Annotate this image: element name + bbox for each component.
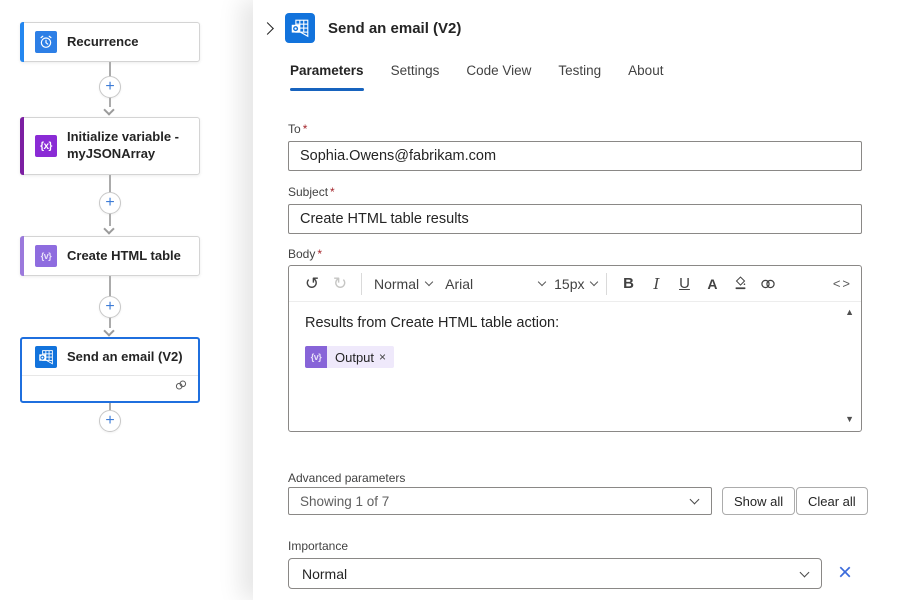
panel-tabs: Parameters Settings Code View Testing Ab… <box>290 63 663 91</box>
insert-step-button[interactable]: + <box>99 296 121 318</box>
recurrence-clock-icon <box>35 31 57 53</box>
insert-step-button[interactable]: + <box>99 410 121 432</box>
tab-settings[interactable]: Settings <box>391 63 440 91</box>
toolbar-divider <box>606 273 607 295</box>
node-label: Send an email (V2) <box>67 349 197 366</box>
chevron-down-icon <box>425 278 433 286</box>
highlight-color-icon[interactable] <box>726 271 754 297</box>
remove-token-icon[interactable]: × <box>379 350 386 364</box>
flow-node-recurrence[interactable]: Recurrence <box>20 22 200 62</box>
connection-link-icon[interactable] <box>173 377 189 398</box>
arrow-down-icon <box>103 325 114 336</box>
bold-button[interactable]: B <box>614 271 642 297</box>
show-all-button[interactable]: Show all <box>722 487 795 515</box>
scroll-down-icon[interactable]: ▼ <box>845 414 854 424</box>
flow-connector <box>109 403 111 410</box>
flow-connector <box>109 62 111 76</box>
panel-header: Send an email (V2) <box>263 13 461 43</box>
flow-node-initialize-variable[interactable]: {x} Initialize variable - myJSONArray <box>20 117 200 175</box>
tab-testing[interactable]: Testing <box>558 63 601 91</box>
code-view-toggle[interactable]: <> <box>833 276 852 291</box>
font-color-button[interactable]: A <box>698 271 726 297</box>
node-label: Initialize variable - myJSONArray <box>67 129 197 163</box>
flow-connector <box>109 175 111 192</box>
redo-icon[interactable]: ↻ <box>326 271 354 297</box>
body-label: Body* <box>288 247 322 261</box>
body-rich-text-editor: ↺ ↻ Normal Arial 15px B I U A <box>288 265 862 432</box>
font-family-dropdown[interactable]: Arial <box>445 276 545 292</box>
node-label: Create HTML table <box>67 248 197 265</box>
italic-button[interactable]: I <box>642 271 670 297</box>
action-panel: Send an email (V2) Parameters Settings C… <box>253 0 900 600</box>
required-marker: * <box>317 247 322 261</box>
tab-code-view[interactable]: Code View <box>466 63 531 91</box>
panel-title: Send an email (V2) <box>328 20 461 37</box>
required-marker: * <box>330 185 335 199</box>
node-accent-bar <box>20 236 24 276</box>
underline-button[interactable]: U <box>670 271 698 297</box>
data-operation-icon: {v} <box>35 245 57 267</box>
flow-node-create-html-table[interactable]: {v} Create HTML table <box>20 236 200 276</box>
variable-braces-icon: {x} <box>35 135 57 157</box>
advanced-parameters-label: Advanced parameters <box>288 471 405 485</box>
undo-icon[interactable]: ↺ <box>298 271 326 297</box>
chevron-down-icon <box>800 567 810 577</box>
subject-input[interactable] <box>288 204 862 234</box>
arrow-down-icon <box>103 223 114 234</box>
toolbar-divider <box>361 273 362 295</box>
scroll-up-icon[interactable]: ▲ <box>845 307 854 317</box>
clear-importance-icon[interactable]: × <box>831 556 859 590</box>
node-label: Recurrence <box>67 34 197 51</box>
tab-about[interactable]: About <box>628 63 663 91</box>
active-tab-underline <box>290 88 364 91</box>
outlook-icon <box>285 13 315 43</box>
insert-link-icon[interactable] <box>754 271 782 297</box>
required-marker: * <box>303 122 308 136</box>
body-text-line: Results from Create HTML table action: <box>305 315 835 331</box>
collapse-panel-chevron-icon[interactable] <box>261 22 274 35</box>
font-size-dropdown[interactable]: 15px <box>554 276 597 292</box>
data-operation-icon: {v} <box>305 346 327 368</box>
node-accent-bar <box>20 117 24 175</box>
flow-node-send-email-selected[interactable]: Send an email (V2) <box>20 337 200 403</box>
insert-step-button[interactable]: + <box>99 192 121 214</box>
clear-all-button[interactable]: Clear all <box>796 487 868 515</box>
insert-step-button[interactable]: + <box>99 76 121 98</box>
to-label: To* <box>288 122 307 136</box>
chevron-down-icon <box>690 495 700 505</box>
node-footer <box>22 375 198 399</box>
tab-parameters[interactable]: Parameters <box>290 63 364 91</box>
paragraph-style-dropdown[interactable]: Normal <box>374 276 432 292</box>
outlook-icon <box>35 346 57 368</box>
importance-label: Importance <box>288 539 348 553</box>
node-accent-bar <box>20 22 24 62</box>
chevron-down-icon <box>538 278 546 286</box>
to-input[interactable] <box>288 141 862 171</box>
chevron-down-icon <box>590 278 598 286</box>
subject-label: Subject* <box>288 185 335 199</box>
dynamic-content-token[interactable]: {v} Output × <box>305 346 394 368</box>
flow-canvas: Recurrence + {x} Initialize variable - m… <box>0 0 253 600</box>
advanced-parameters-dropdown[interactable]: Showing 1 of 7 <box>288 487 712 515</box>
rich-text-toolbar: ↺ ↻ Normal Arial 15px B I U A <box>289 266 861 302</box>
token-label: Output <box>335 350 374 365</box>
flow-connector <box>109 276 111 296</box>
power-automate-designer: Recurrence + {x} Initialize variable - m… <box>0 0 900 600</box>
body-editor-content[interactable]: Results from Create HTML table action: {… <box>289 302 861 432</box>
arrow-down-icon <box>103 104 114 115</box>
importance-dropdown[interactable]: Normal <box>288 558 822 589</box>
